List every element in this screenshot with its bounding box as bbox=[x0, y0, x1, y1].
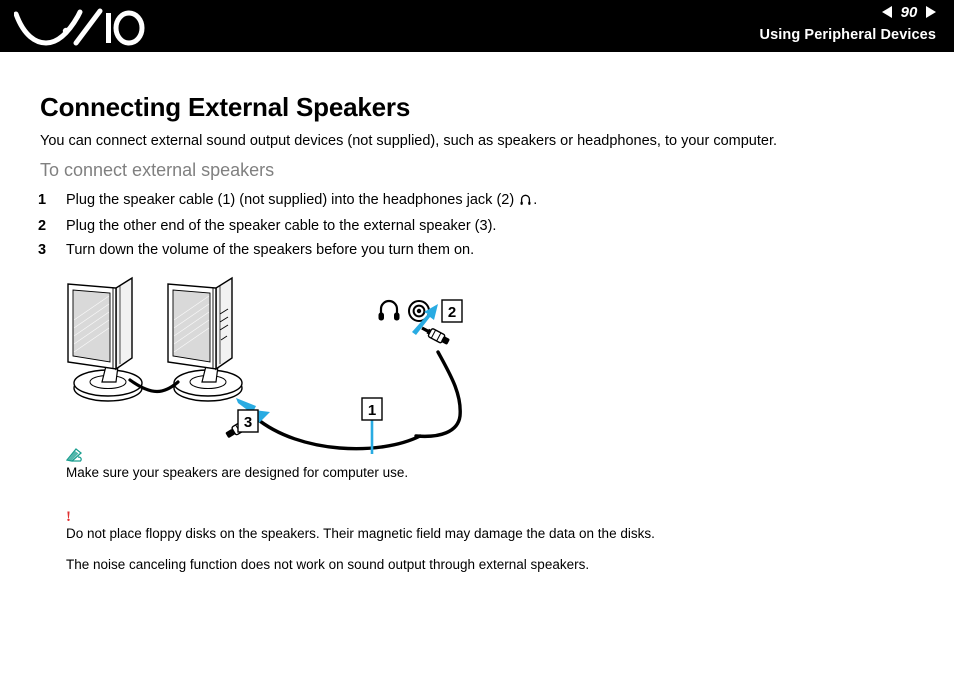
note-warning: ! Do not place floppy disks on the speak… bbox=[66, 509, 866, 542]
list-item: 1 Plug the speaker cable (1) (not suppli… bbox=[38, 192, 738, 210]
vaio-logo bbox=[13, 6, 146, 46]
page-header: 90 Using Peripheral Devices bbox=[0, 0, 954, 52]
section-subheading: To connect external speakers bbox=[40, 160, 275, 180]
step-text-part: Plug the speaker cable (1) (not supplied… bbox=[66, 192, 519, 208]
step-number: 3 bbox=[38, 242, 47, 258]
step-text: Turn down the volume of the speakers bef… bbox=[66, 242, 475, 258]
note-text: The noise canceling function does not wo… bbox=[66, 557, 590, 572]
steps-list: 1 Plug the speaker cable (1) (not suppli… bbox=[38, 192, 738, 266]
notes-section: Make sure your speakers are designed for… bbox=[65, 448, 866, 587]
note-text: Do not place floppy disks on the speaker… bbox=[66, 526, 655, 541]
list-item: 2 Plug the other end of the speaker cabl… bbox=[38, 218, 738, 234]
header-right-group: 90 Using Peripheral Devices bbox=[760, 2, 936, 43]
speaker-connection-diagram: 2 3 1 bbox=[60, 270, 490, 455]
callout-3: 3 bbox=[237, 409, 259, 433]
page-navigation: 90 bbox=[760, 2, 936, 22]
svg-text:3: 3 bbox=[244, 414, 252, 431]
svg-text:1: 1 bbox=[368, 402, 376, 419]
page-title: Connecting External Speakers bbox=[40, 92, 411, 122]
note-tip: Make sure your speakers are designed for… bbox=[65, 448, 866, 481]
note-text: Make sure your speakers are designed for… bbox=[66, 465, 409, 480]
triangle-left-icon[interactable] bbox=[882, 6, 892, 18]
note-spacer bbox=[66, 495, 866, 509]
step-number: 1 bbox=[38, 192, 47, 208]
exclamation-warning-icon: ! bbox=[66, 509, 866, 525]
jack-cable bbox=[414, 350, 462, 439]
jack-plug bbox=[421, 326, 450, 345]
callout-1: 1 bbox=[361, 397, 383, 454]
pencil-note-icon bbox=[65, 448, 866, 464]
triangle-right-icon[interactable] bbox=[926, 6, 936, 18]
step-text: Plug the speaker cable (1) (not supplied… bbox=[66, 192, 738, 210]
callout-2: 2 bbox=[441, 299, 463, 323]
headphones-icon bbox=[378, 299, 400, 321]
speaker-cable bbox=[254, 416, 422, 451]
intro-paragraph: You can connect external sound output de… bbox=[40, 133, 778, 149]
step-text-part: . bbox=[533, 192, 538, 208]
svg-text:2: 2 bbox=[448, 304, 456, 321]
step-text: Plug the other end of the speaker cable … bbox=[66, 218, 497, 234]
note-plain: The noise canceling function does not wo… bbox=[66, 556, 866, 573]
page-number: 90 bbox=[900, 3, 918, 21]
step-number: 2 bbox=[38, 218, 47, 234]
headphones-icon bbox=[519, 193, 532, 210]
exclamation-glyph: ! bbox=[66, 509, 71, 525]
section-title: Using Peripheral Devices bbox=[759, 27, 936, 43]
list-item: 3 Turn down the volume of the speakers b… bbox=[38, 242, 738, 258]
